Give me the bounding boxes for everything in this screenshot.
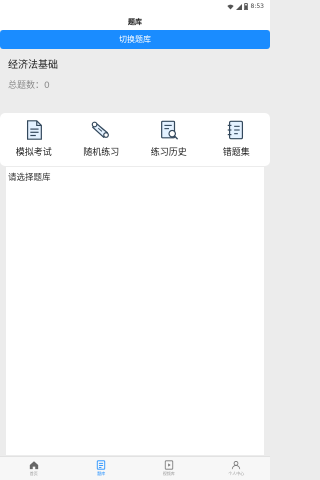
- exam-document-icon: [26, 120, 42, 140]
- tool-wrong-questions[interactable]: 错题集: [203, 113, 271, 166]
- tool-grid: 模拟考试 随机练习 练习历史 错题集: [0, 113, 270, 166]
- video-icon: [164, 460, 173, 470]
- signal-icon: [235, 3, 242, 10]
- question-count: 总题数：0: [8, 81, 50, 91]
- switch-bank-button[interactable]: 切换题库: [0, 30, 270, 49]
- history-search-icon: [160, 120, 178, 140]
- page-title: 题库: [128, 17, 142, 26]
- tool-label: 随机练习: [83, 148, 120, 158]
- tab-label: 个人中心: [228, 471, 245, 476]
- profile-icon: [232, 461, 241, 470]
- tab-profile[interactable]: 个人中心: [203, 457, 271, 480]
- question-bank-icon: [97, 460, 106, 470]
- tool-random-practice[interactable]: 随机练习: [68, 113, 136, 166]
- wifi-icon: [226, 4, 234, 9]
- tab-video[interactable]: 视频库: [135, 457, 203, 480]
- tab-label: 首页: [29, 471, 38, 476]
- notebook-icon: [228, 120, 244, 140]
- bank-info: 经济法基础 总题数：0: [0, 49, 270, 113]
- tool-practice-history[interactable]: 练习历史: [135, 113, 203, 166]
- tab-question-bank[interactable]: 题库: [68, 457, 136, 480]
- status-bar: 8:53: [0, 0, 270, 13]
- tab-home[interactable]: 首页: [0, 457, 68, 480]
- tab-label: 题库: [97, 471, 106, 476]
- tool-label: 模拟考试: [15, 148, 52, 158]
- select-bank-prompt: 请选择题库: [8, 173, 51, 183]
- battery-icon: [243, 3, 248, 10]
- question-bank-list[interactable]: 请选择题库: [6, 167, 264, 455]
- status-time: 8:53: [250, 3, 264, 10]
- tool-mock-exam[interactable]: 模拟考试: [0, 113, 68, 166]
- bottom-tab-bar: 首页 题库 视频库 个人中心: [0, 456, 270, 480]
- tool-label: 错题集: [222, 148, 250, 158]
- nav-bar: 题库: [0, 13, 270, 30]
- status-icons: [226, 3, 248, 10]
- bank-name: 经济法基础: [8, 60, 58, 71]
- home-icon: [29, 461, 38, 470]
- tool-label: 练习历史: [150, 148, 187, 158]
- scroll-icon: [91, 121, 110, 138]
- tab-label: 视频库: [162, 471, 175, 476]
